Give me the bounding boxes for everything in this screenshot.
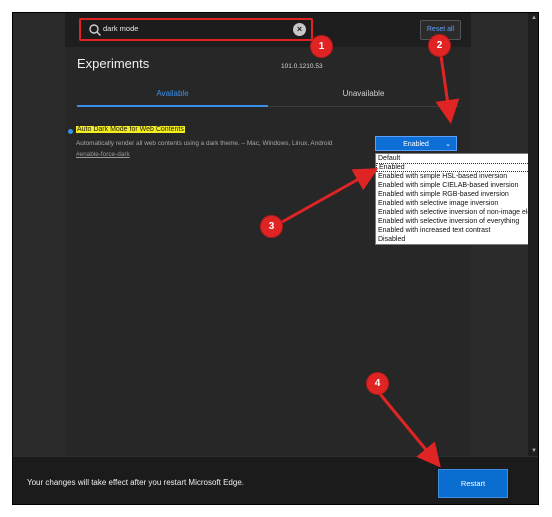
option-cielab-inversion[interactable]: Enabled with simple CIELAB-based inversi… [376, 181, 538, 190]
clear-icon[interactable]: × [293, 23, 306, 36]
annotation-badge-1: 1 [311, 36, 332, 57]
scroll-down-icon[interactable]: ▼ [531, 448, 537, 454]
restart-button[interactable]: Restart [438, 469, 508, 498]
flag-link[interactable]: #enable-force-dark [76, 151, 130, 158]
option-selective-image[interactable]: Enabled with selective image inversion [376, 199, 538, 208]
search-input[interactable]: dark mode × [79, 18, 313, 41]
chevron-down-icon: ⌄ [445, 141, 451, 148]
flag-options-list[interactable]: Default Enabled Enabled with simple HSL-… [375, 153, 538, 245]
annotation-badge-4: 4 [367, 373, 388, 394]
option-disabled[interactable]: Disabled [376, 235, 538, 244]
restart-bar: Your changes will take effect after you … [13, 456, 538, 504]
page-title: Experiments [77, 56, 150, 71]
search-icon [89, 24, 101, 36]
annotation-badge-3: 3 [261, 216, 282, 237]
restart-message: Your changes will take effect after you … [27, 478, 244, 487]
option-increased-contrast[interactable]: Enabled with increased text contrast [376, 226, 538, 235]
option-selective-non-image[interactable]: Enabled with selective inversion of non-… [376, 208, 538, 217]
option-default[interactable]: Default [376, 154, 538, 163]
option-hsl-inversion[interactable]: Enabled with simple HSL-based inversion [376, 172, 538, 181]
browser-window: dark mode × Reset all Experiments 101.0.… [12, 12, 539, 505]
modified-indicator [68, 129, 73, 134]
tab-active-indicator [77, 105, 268, 107]
flag-select[interactable]: Enabled ⌄ [375, 136, 457, 151]
flag-title: Auto Dark Mode for Web Contents [76, 126, 185, 133]
option-enabled[interactable]: Enabled [376, 163, 538, 172]
flag-select-value: Enabled [403, 141, 429, 148]
option-rgb-inversion[interactable]: Enabled with simple RGB-based inversion [376, 190, 538, 199]
option-selective-everything[interactable]: Enabled with selective inversion of ever… [376, 217, 538, 226]
scrollbar[interactable]: ▲ ▼ [528, 13, 538, 456]
tab-unavailable[interactable]: Unavailable [268, 89, 459, 98]
flag-description: Automatically render all web contents us… [76, 140, 333, 147]
version-label: 101.0.1210.53 [281, 63, 323, 70]
left-gutter [13, 13, 65, 456]
annotation-badge-2: 2 [429, 35, 450, 56]
tab-available[interactable]: Available [77, 89, 268, 98]
scroll-up-icon[interactable]: ▲ [531, 15, 537, 21]
search-query[interactable]: dark mode [103, 24, 138, 33]
